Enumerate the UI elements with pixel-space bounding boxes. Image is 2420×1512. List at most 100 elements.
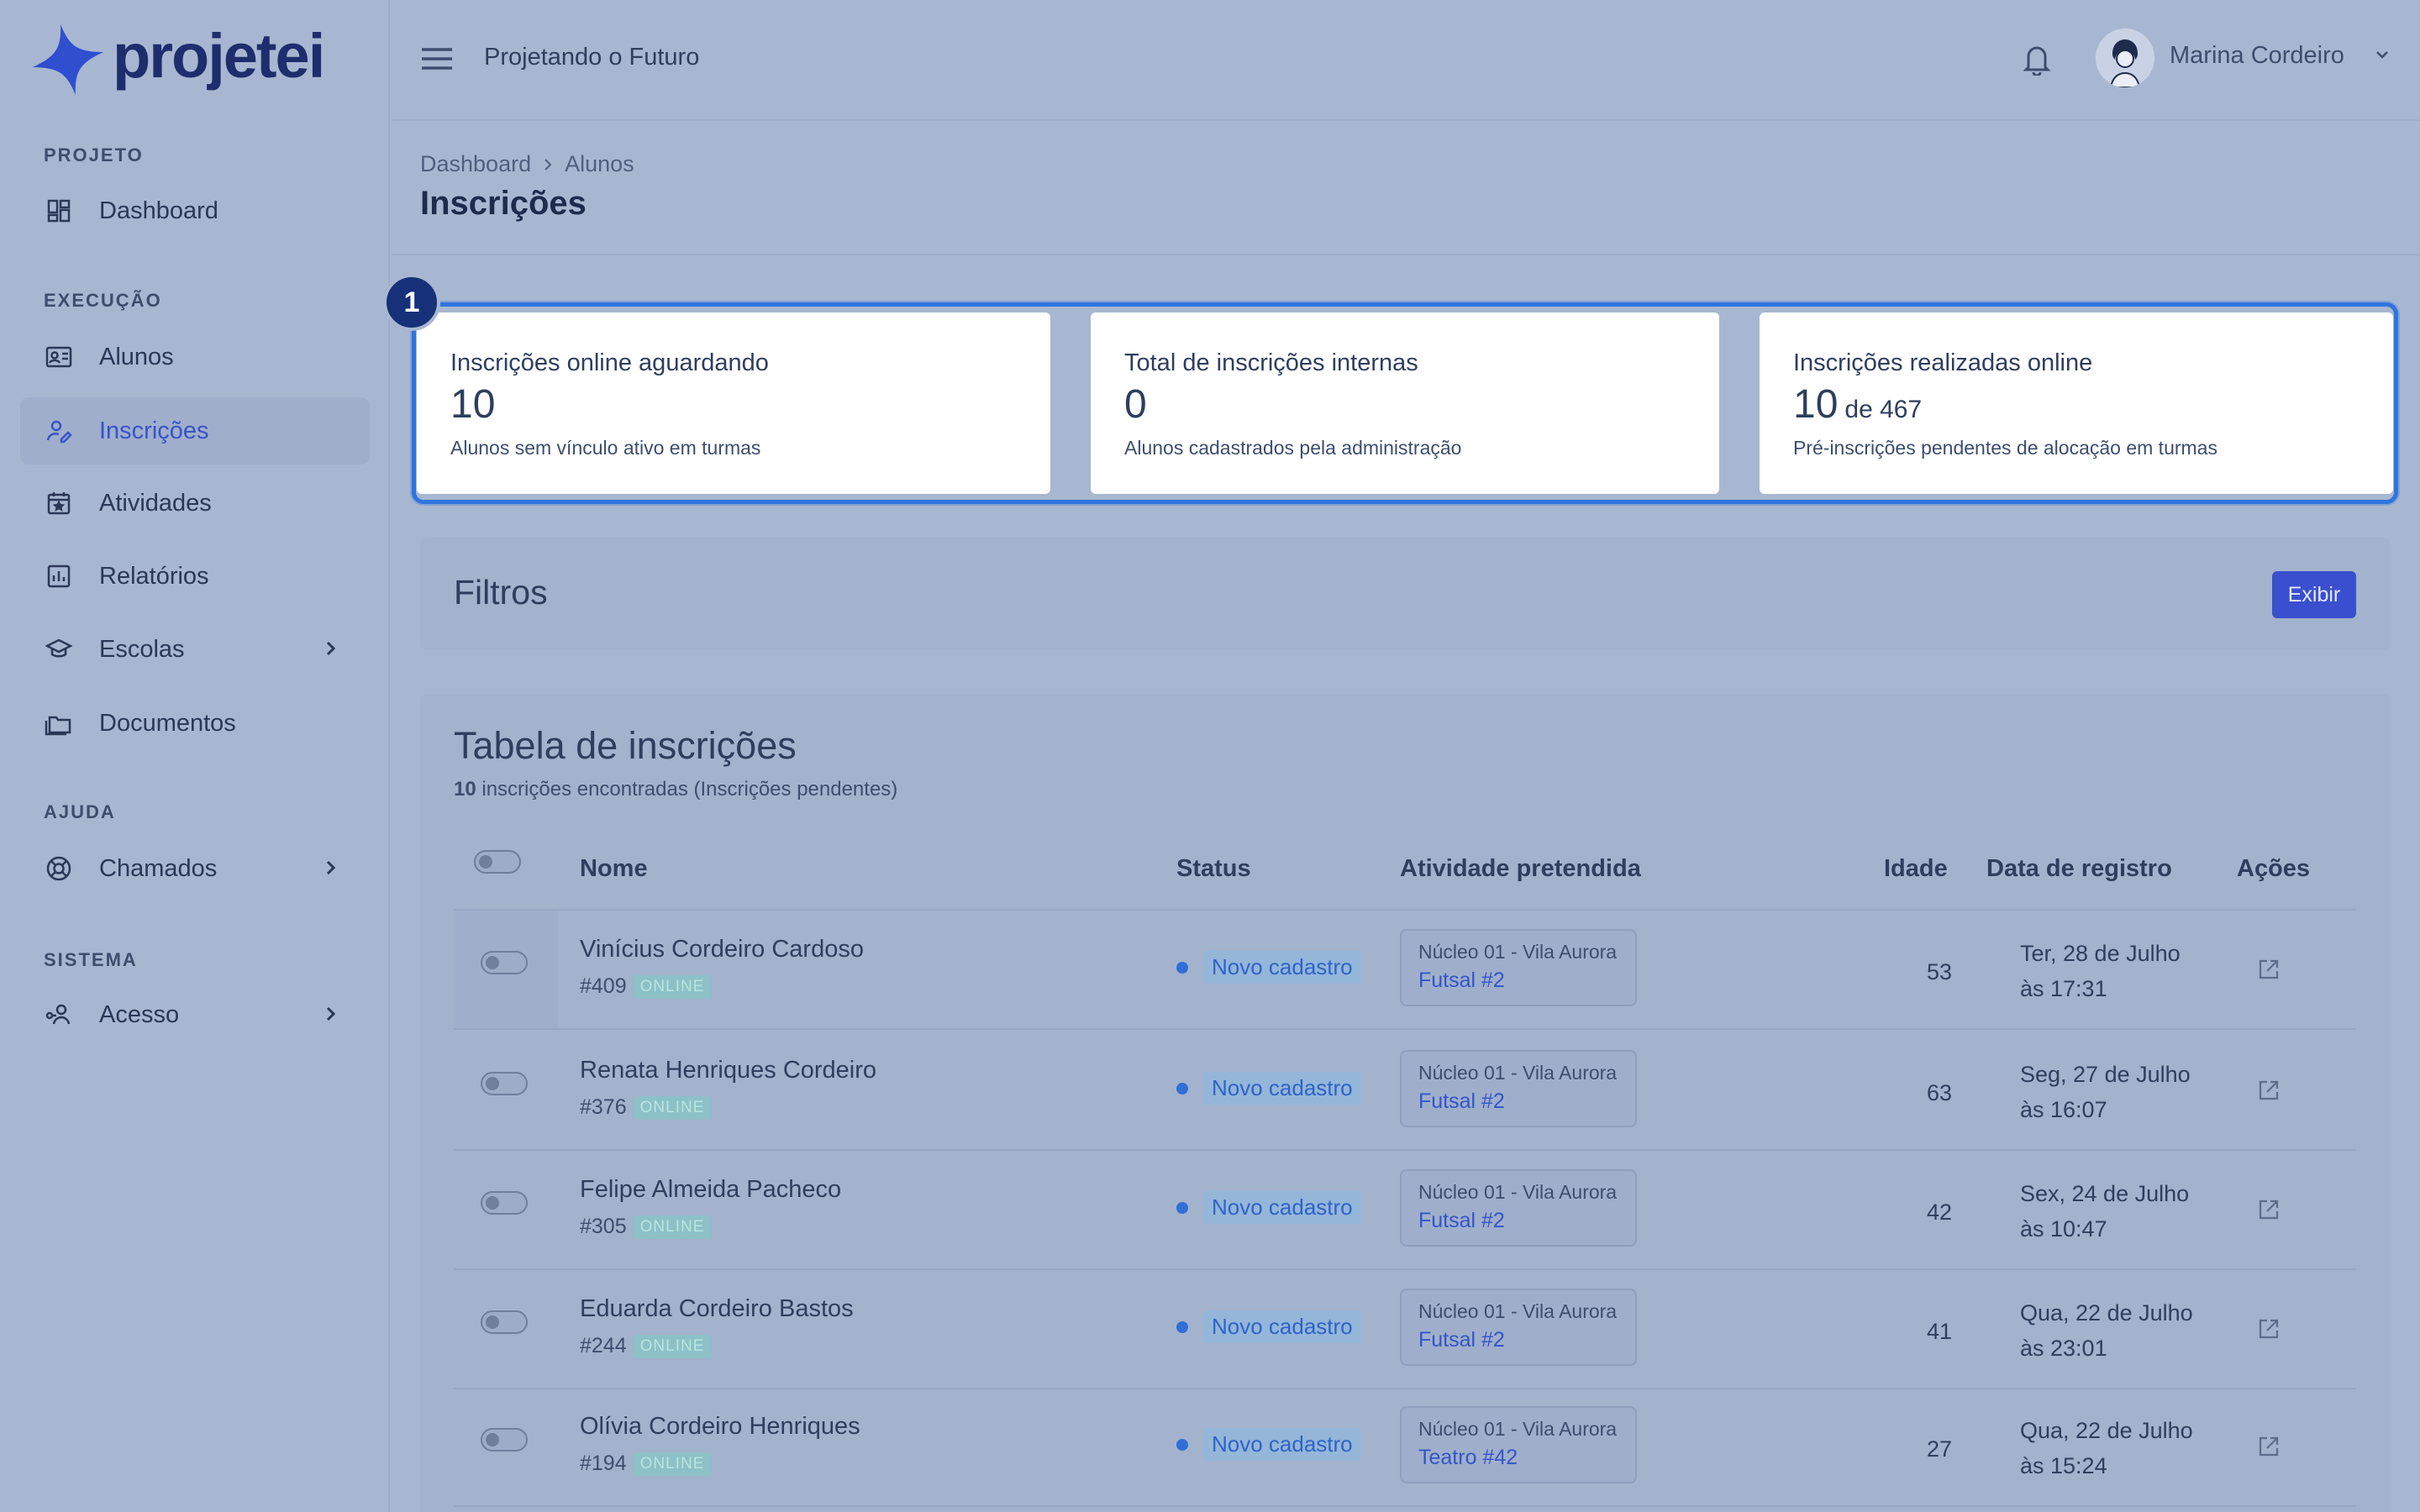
table-row[interactable]: Vinícius Cordeiro Cardoso #409 ONLINE Nov… — [454, 911, 2356, 1030]
activity-nucleo: Núcleo 01 - Vila Aurora — [1418, 1181, 1618, 1203]
column-header-activity[interactable]: Atividade pretendida — [1400, 855, 1641, 883]
table-row[interactable]: Eduarda Cordeiro Bastos #244 ONLINE Novo … — [454, 1270, 2356, 1389]
row-select-toggle[interactable] — [481, 1072, 528, 1095]
status-dot — [1176, 1438, 1188, 1451]
chevron-right-icon — [326, 1006, 336, 1021]
row-select-toggle[interactable] — [481, 951, 528, 974]
row-select-cell — [454, 1032, 558, 1149]
table-row[interactable]: Felipe Almeida Pacheco #305 ONLINE Novo c… — [454, 1151, 2356, 1270]
stat-description: Alunos sem vínculo ativo em turmas — [450, 437, 761, 459]
student-age: 42 — [1926, 1200, 1953, 1225]
table-row[interactable]: Renata Henriques Cordeiro #376 ONLINE Nov… — [454, 1032, 2356, 1151]
sidebar-item-atividades[interactable]: Atividades — [20, 470, 370, 537]
sidebar-item-chamados[interactable]: Chamados — [20, 835, 370, 902]
activity-chip[interactable]: Núcleo 01 - Vila Aurora Futsal #2 — [1400, 1169, 1637, 1247]
chevron-down-icon[interactable] — [2375, 49, 2390, 60]
open-external-icon[interactable] — [2257, 1317, 2281, 1341]
breadcrumb-item-dashboard[interactable]: Dashboard — [420, 151, 531, 177]
activity-class[interactable]: Futsal #2 — [1418, 1328, 1635, 1352]
sidebar-item-label: Escolas — [99, 635, 185, 663]
activity-class[interactable]: Futsal #2 — [1418, 1209, 1635, 1233]
dashboard-grid-icon — [44, 196, 74, 226]
student-name[interactable]: Renata Henriques Cordeiro — [580, 1057, 876, 1084]
column-header-status[interactable]: Status — [1176, 855, 1251, 883]
nav-section-projeto: PROJETO — [44, 144, 144, 165]
stat-card-realizadas-online: Inscrições realizadas online 10 de 467 Pr… — [1760, 312, 2393, 494]
status-dot — [1176, 961, 1188, 974]
student-age: 63 — [1926, 1080, 1953, 1105]
student-name[interactable]: Olívia Cordeiro Henriques — [580, 1413, 860, 1441]
row-select-toggle[interactable] — [481, 1428, 528, 1452]
sidebar-item-label: Relatórios — [99, 562, 209, 590]
enrollments-table-card: Tabela de inscrições 10 inscrições encon… — [420, 694, 2390, 1512]
student-name[interactable]: Vinícius Cordeiro Cardoso — [580, 936, 864, 963]
open-external-icon[interactable] — [2257, 1435, 2281, 1458]
activity-nucleo: Núcleo 01 - Vila Aurora — [1418, 1418, 1618, 1440]
status-badge: Novo cadastro — [1176, 1191, 1361, 1224]
sidebar-item-label: Alunos — [99, 343, 174, 370]
student-name[interactable]: Eduarda Cordeiro Bastos — [580, 1295, 854, 1323]
registration-date: Sex, 24 de Julho às 10:47 — [2020, 1181, 2190, 1242]
select-all-toggle[interactable] — [474, 850, 521, 874]
user-name[interactable]: Marina Cordeiro — [2170, 42, 2344, 70]
nav-section-sistema: SISTEMA — [44, 949, 138, 970]
sidebar-item-relatorios[interactable]: Relatórios — [20, 543, 370, 610]
sidebar-item-escolas[interactable]: Escolas — [20, 616, 370, 683]
notification-bell-icon[interactable] — [2022, 42, 2052, 76]
status-badge: Novo cadastro — [1176, 1072, 1361, 1105]
column-header-age[interactable]: Idade — [1884, 855, 1948, 883]
show-filters-button[interactable]: Exibir — [2272, 571, 2356, 618]
nav-section-execucao: EXECUÇÃO — [44, 290, 162, 311]
activity-chip[interactable]: Núcleo 01 - Vila Aurora Teatro #42 — [1400, 1406, 1637, 1483]
registration-date: Qua, 22 de Julho às 15:24 — [2020, 1418, 2193, 1478]
student-id: #194 ONLINE — [580, 1452, 712, 1476]
status-dot — [1176, 1201, 1188, 1214]
open-external-icon[interactable] — [2257, 958, 2281, 981]
id-card-icon — [44, 342, 74, 372]
hamburger-menu-icon[interactable] — [420, 45, 454, 72]
stat-description: Pré-inscrições pendentes de alocação em … — [1793, 437, 2217, 459]
sidebar-item-label: Dashboard — [99, 197, 218, 224]
status-badge: Novo cadastro — [1176, 1310, 1361, 1343]
row-select-cell — [454, 1270, 558, 1388]
logo[interactable]: projetei — [30, 21, 325, 97]
stat-label: Total de inscrições internas — [1124, 349, 1418, 376]
calendar-icon — [44, 488, 74, 518]
row-select-toggle[interactable] — [481, 1191, 528, 1215]
activity-class[interactable]: Futsal #2 — [1418, 1089, 1635, 1114]
activity-class[interactable]: Futsal #2 — [1418, 969, 1635, 993]
table-result-count: 10 inscrições encontradas (Inscrições pe… — [454, 778, 898, 801]
table-row[interactable]: Olívia Cordeiro Henriques #194 ONLINE Nov… — [454, 1388, 2356, 1507]
status-badge: Novo cadastro — [1176, 1428, 1361, 1461]
status-dot — [1176, 1320, 1188, 1333]
activity-nucleo: Núcleo 01 - Vila Aurora — [1418, 1300, 1618, 1322]
row-select-cell — [454, 911, 558, 1028]
open-external-icon[interactable] — [2257, 1079, 2281, 1102]
sidebar-item-label: Documentos — [99, 709, 236, 737]
sidebar-item-dashboard[interactable]: Dashboard — [20, 177, 370, 244]
sidebar-item-acesso[interactable]: Acesso — [20, 981, 370, 1048]
column-header-name[interactable]: Nome — [580, 855, 648, 883]
student-name[interactable]: Felipe Almeida Pacheco — [580, 1176, 841, 1204]
registration-date: Qua, 22 de Julho às 23:01 — [2020, 1300, 2193, 1361]
chevron-right-icon — [544, 158, 552, 171]
row-select-toggle[interactable] — [481, 1310, 528, 1334]
filters-title: Filtros — [454, 573, 548, 612]
sidebar-item-alunos[interactable]: Alunos — [20, 323, 370, 391]
student-id: #409 ONLINE — [580, 974, 712, 999]
avatar[interactable] — [2096, 29, 2154, 87]
activity-chip[interactable]: Núcleo 01 - Vila Aurora Futsal #2 — [1400, 929, 1637, 1006]
folders-icon — [44, 708, 74, 738]
open-external-icon[interactable] — [2257, 1198, 2281, 1221]
registration-date: Ter, 28 de Julho às 17:31 — [2020, 941, 2181, 1001]
sidebar-item-label: Chamados — [99, 854, 218, 882]
student-age: 53 — [1926, 959, 1953, 984]
online-tag: ONLINE — [633, 1215, 712, 1239]
activity-chip[interactable]: Núcleo 01 - Vila Aurora Futsal #2 — [1400, 1289, 1637, 1366]
breadcrumb-item-alunos[interactable]: Alunos — [565, 151, 634, 177]
activity-chip[interactable]: Núcleo 01 - Vila Aurora Futsal #2 — [1400, 1050, 1637, 1127]
activity-class[interactable]: Teatro #42 — [1418, 1446, 1635, 1470]
sidebar-item-documentos[interactable]: Documentos — [20, 690, 370, 757]
column-header-date[interactable]: Data de registro — [1986, 855, 2172, 883]
sidebar-item-inscricoes[interactable]: Inscrições — [20, 397, 370, 465]
